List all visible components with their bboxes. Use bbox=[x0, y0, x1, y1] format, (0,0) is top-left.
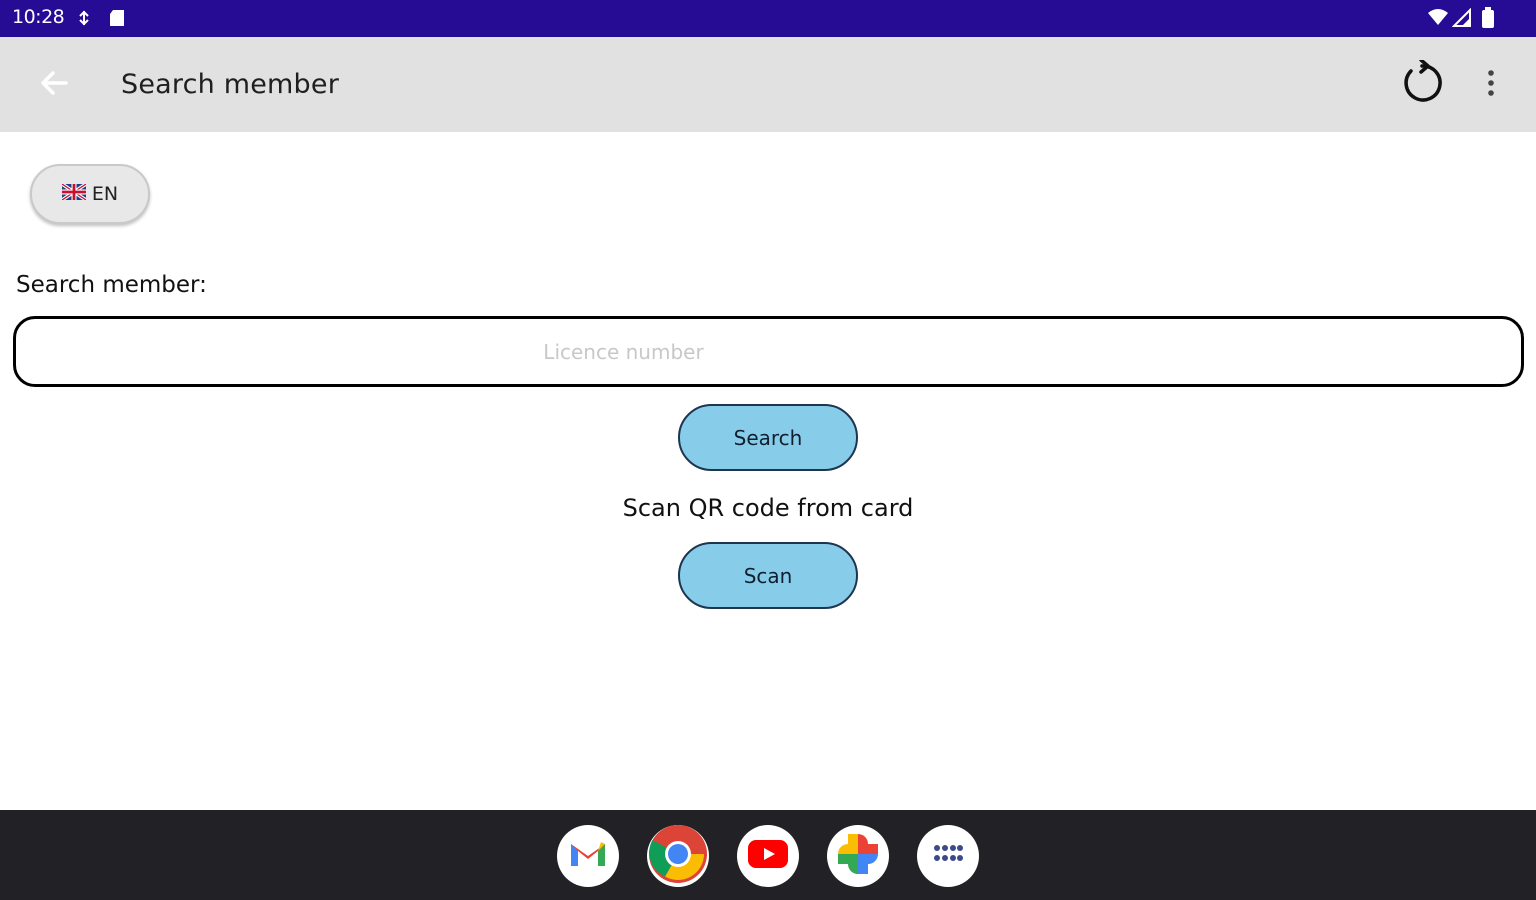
gmail-icon bbox=[568, 838, 608, 874]
signal-icon bbox=[1451, 7, 1472, 32]
app-drawer-icon bbox=[933, 844, 963, 868]
app-drawer-button[interactable] bbox=[917, 825, 979, 887]
uk-flag-icon bbox=[60, 182, 87, 204]
back-button[interactable] bbox=[30, 67, 78, 103]
app-bar: Search member bbox=[0, 37, 1536, 132]
data-saver-icon bbox=[78, 10, 90, 30]
status-bar: 10:28 bbox=[0, 0, 1536, 37]
scan-button[interactable]: Scan bbox=[678, 542, 858, 609]
licence-number-input[interactable] bbox=[13, 316, 1524, 387]
chrome-app[interactable] bbox=[647, 825, 709, 887]
search-button[interactable]: Search bbox=[678, 404, 858, 471]
chrome-icon bbox=[649, 825, 707, 887]
overflow-menu-button[interactable] bbox=[1474, 65, 1508, 105]
language-code: EN bbox=[91, 183, 119, 205]
gmail-app[interactable] bbox=[557, 825, 619, 887]
youtube-icon bbox=[747, 839, 789, 873]
sd-card-icon bbox=[108, 9, 126, 31]
arrow-back-icon bbox=[39, 70, 69, 100]
page-title: Search member bbox=[121, 69, 340, 100]
language-button[interactable]: EN bbox=[30, 164, 150, 224]
battery-icon bbox=[1481, 7, 1495, 33]
refresh-icon bbox=[1399, 58, 1445, 110]
more-vert-icon bbox=[1487, 69, 1495, 101]
photos-icon bbox=[836, 832, 880, 880]
youtube-app[interactable] bbox=[737, 825, 799, 887]
search-member-label: Search member: bbox=[16, 272, 207, 298]
photos-app[interactable] bbox=[827, 825, 889, 887]
wifi-icon bbox=[1427, 8, 1449, 30]
taskbar bbox=[0, 810, 1536, 900]
status-time: 10:28 bbox=[12, 6, 65, 28]
refresh-button[interactable] bbox=[1396, 58, 1448, 111]
scan-qr-caption: Scan QR code from card bbox=[622, 494, 914, 522]
